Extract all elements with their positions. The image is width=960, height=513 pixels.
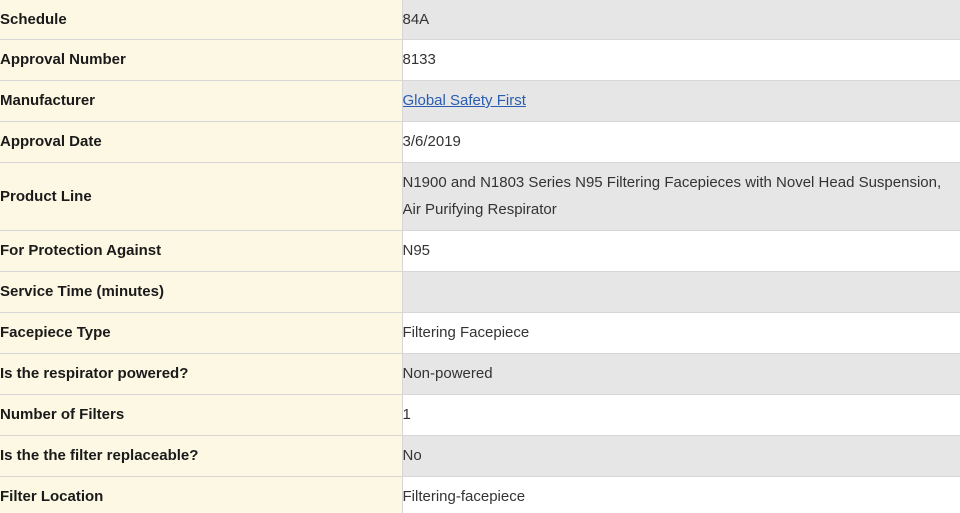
- approval-date-value: 3/6/2019: [402, 121, 960, 163]
- powered-value: Non-powered: [402, 353, 960, 395]
- row-number-of-filters: Number of Filters 1: [0, 394, 960, 436]
- row-schedule: Schedule 84A: [0, 0, 960, 40]
- service-time-label: Service Time (minutes): [0, 271, 403, 313]
- approval-number-value: 8133: [402, 39, 960, 81]
- row-filter-replaceable: Is the the filter replaceable? No: [0, 435, 960, 477]
- manufacturer-link[interactable]: Global Safety First: [403, 92, 526, 109]
- protection-against-label: For Protection Against: [0, 230, 403, 272]
- row-powered: Is the respirator powered? Non-powered: [0, 353, 960, 395]
- facepiece-type-value: Filtering Facepiece: [402, 312, 960, 354]
- approval-date-label: Approval Date: [0, 121, 403, 163]
- row-facepiece-type: Facepiece Type Filtering Facepiece: [0, 312, 960, 354]
- row-approval-number: Approval Number 8133: [0, 39, 960, 81]
- product-line-value: N1900 and N1803 Series N95 Filtering Fac…: [402, 162, 960, 231]
- schedule-label: Schedule: [0, 0, 403, 40]
- filter-replaceable-value: No: [402, 435, 960, 477]
- protection-against-value: N95: [402, 230, 960, 272]
- powered-label: Is the respirator powered?: [0, 353, 403, 395]
- filter-location-label: Filter Location: [0, 476, 403, 513]
- row-product-line: Product Line N1900 and N1803 Series N95 …: [0, 162, 960, 231]
- filter-location-value: Filtering-facepiece: [402, 476, 960, 513]
- number-of-filters-label: Number of Filters: [0, 394, 403, 436]
- facepiece-type-label: Facepiece Type: [0, 312, 403, 354]
- schedule-value: 84A: [402, 0, 960, 40]
- product-line-label: Product Line: [0, 162, 403, 231]
- row-filter-location: Filter Location Filtering-facepiece: [0, 476, 960, 513]
- manufacturer-value: Global Safety First: [402, 80, 960, 122]
- service-time-value: [402, 271, 960, 313]
- filter-replaceable-label: Is the the filter replaceable?: [0, 435, 403, 477]
- row-service-time: Service Time (minutes): [0, 271, 960, 313]
- number-of-filters-value: 1: [402, 394, 960, 436]
- respirator-details-table: Schedule 84A Approval Number 8133 Manufa…: [0, 0, 960, 513]
- row-manufacturer: Manufacturer Global Safety First: [0, 80, 960, 122]
- approval-number-label: Approval Number: [0, 39, 403, 81]
- row-approval-date: Approval Date 3/6/2019: [0, 121, 960, 163]
- manufacturer-label: Manufacturer: [0, 80, 403, 122]
- row-protection-against: For Protection Against N95: [0, 230, 960, 272]
